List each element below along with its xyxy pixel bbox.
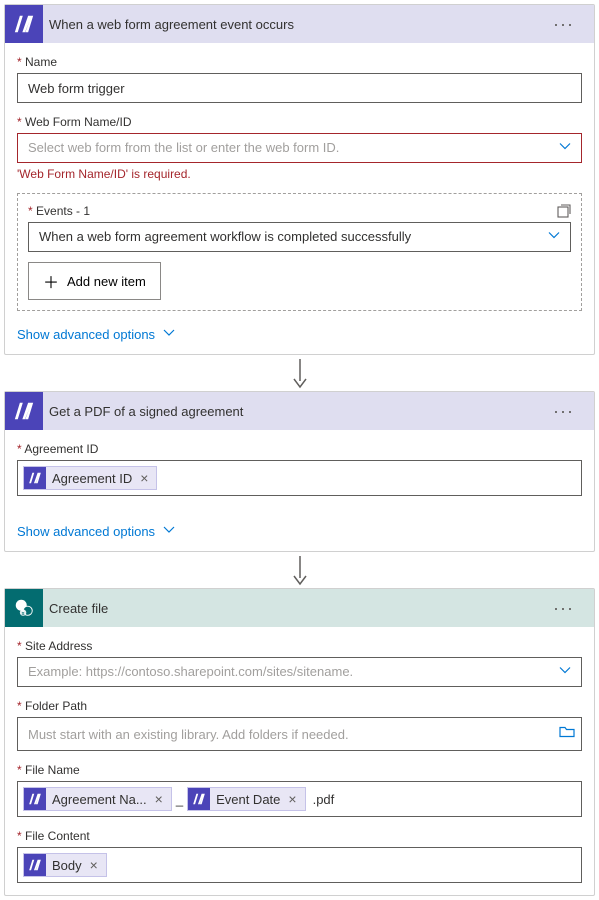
file-name-field: File Name Agreement Na... × _ Event Date… <box>17 763 582 817</box>
token-event-date[interactable]: Event Date × <box>187 787 306 811</box>
adobe-icon <box>24 854 46 876</box>
file-content-label: File Content <box>17 829 582 843</box>
name-field: Name <box>17 55 582 103</box>
token-remove-icon[interactable]: × <box>136 470 152 486</box>
agreement-id-field: Agreement ID Agreement ID × <box>17 442 582 496</box>
file-name-input[interactable]: Agreement Na... × _ Event Date × .pdf <box>17 781 582 817</box>
webform-placeholder: Select web form from the list or enter t… <box>28 140 339 155</box>
token-label: Event Date <box>216 792 280 807</box>
filename-separator: _ <box>176 792 183 807</box>
folder-path-label: Folder Path <box>17 699 582 713</box>
folder-path-input[interactable]: Must start with an existing library. Add… <box>17 717 582 751</box>
step-createfile-card: S Create file Site Address Example: http… <box>4 588 595 896</box>
step-trigger-card: When a web form agreement event occurs N… <box>4 4 595 355</box>
webform-field: Web Form Name/ID Select web form from th… <box>17 115 582 181</box>
chevron-down-icon <box>559 141 571 156</box>
adobe-icon <box>24 467 46 489</box>
site-address-field: Site Address Example: https://contoso.sh… <box>17 639 582 687</box>
folder-path-placeholder: Must start with an existing library. Add… <box>22 727 349 742</box>
events-label: Events - 1 <box>28 204 571 218</box>
webform-error: 'Web Form Name/ID' is required. <box>17 167 582 181</box>
step-getpdf-header[interactable]: Get a PDF of a signed agreement <box>5 392 594 430</box>
adobe-icon <box>5 5 43 43</box>
name-label: Name <box>17 55 582 69</box>
step-createfile-title: Create file <box>49 601 545 616</box>
filename-suffix: .pdf <box>313 792 335 807</box>
token-label: Agreement Na... <box>52 792 147 807</box>
name-input[interactable] <box>17 73 582 103</box>
site-address-placeholder: Example: https://contoso.sharepoint.com/… <box>28 664 353 679</box>
plus-icon: ＋ <box>43 269 59 293</box>
more-icon[interactable] <box>545 397 582 426</box>
step-getpdf-title: Get a PDF of a signed agreement <box>49 404 545 419</box>
adobe-icon <box>188 788 210 810</box>
token-label: Agreement ID <box>52 471 132 486</box>
step-getpdf-card: Get a PDF of a signed agreement Agreemen… <box>4 391 595 552</box>
agreement-id-input[interactable]: Agreement ID × <box>17 460 582 496</box>
chevron-down-icon <box>163 327 175 342</box>
folder-browse-icon[interactable] <box>559 725 575 744</box>
token-label: Body <box>52 858 82 873</box>
sharepoint-icon: S <box>5 589 43 627</box>
svg-text:S: S <box>22 611 25 616</box>
step-trigger-title: When a web form agreement event occurs <box>49 17 545 32</box>
add-item-label: Add new item <box>67 274 146 289</box>
token-agreement-id[interactable]: Agreement ID × <box>23 466 157 490</box>
events-selected: When a web form agreement workflow is co… <box>39 229 411 244</box>
webform-label: Web Form Name/ID <box>17 115 582 129</box>
adobe-icon <box>24 788 46 810</box>
file-content-field: File Content Body × <box>17 829 582 883</box>
file-content-input[interactable]: Body × <box>17 847 582 883</box>
agreement-id-label: Agreement ID <box>17 442 582 456</box>
token-remove-icon[interactable]: × <box>151 791 167 807</box>
events-dropdown[interactable]: When a web form agreement workflow is co… <box>28 222 571 252</box>
webform-dropdown[interactable]: Select web form from the list or enter t… <box>17 133 582 163</box>
connector-arrow <box>4 355 595 391</box>
advanced-label: Show advanced options <box>17 327 155 342</box>
site-address-dropdown[interactable]: Example: https://contoso.sharepoint.com/… <box>17 657 582 687</box>
connector-arrow <box>4 552 595 588</box>
folder-path-field: Folder Path Must start with an existing … <box>17 699 582 751</box>
chevron-down-icon <box>559 665 571 680</box>
token-agreement-name[interactable]: Agreement Na... × <box>23 787 172 811</box>
more-icon[interactable] <box>545 594 582 623</box>
step-createfile-header[interactable]: S Create file <box>5 589 594 627</box>
adobe-icon <box>5 392 43 430</box>
chevron-down-icon <box>548 230 560 245</box>
token-remove-icon[interactable]: × <box>284 791 300 807</box>
more-icon[interactable] <box>545 10 582 39</box>
chevron-down-icon <box>163 524 175 539</box>
events-box: Events - 1 When a web form agreement wor… <box>17 193 582 311</box>
add-item-button[interactable]: ＋ Add new item <box>28 262 161 300</box>
file-name-label: File Name <box>17 763 582 777</box>
advanced-options-link[interactable]: Show advanced options <box>5 319 187 354</box>
advanced-label: Show advanced options <box>17 524 155 539</box>
token-body[interactable]: Body × <box>23 853 107 877</box>
token-remove-icon[interactable]: × <box>86 857 102 873</box>
advanced-options-link[interactable]: Show advanced options <box>5 516 187 551</box>
step-trigger-header[interactable]: When a web form agreement event occurs <box>5 5 594 43</box>
site-address-label: Site Address <box>17 639 582 653</box>
